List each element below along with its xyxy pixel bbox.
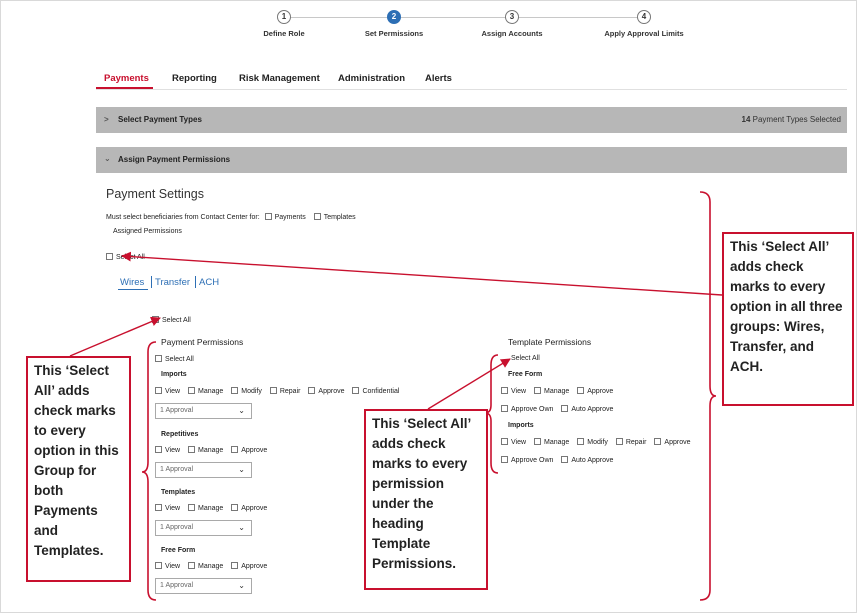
right-bracket bbox=[699, 191, 717, 601]
arrow-template-select-all bbox=[427, 358, 511, 410]
left-bracket bbox=[141, 341, 157, 601]
arrow-select-all-group bbox=[69, 316, 161, 357]
callout-template-permissions: This ‘Select All’ adds check marks to ev… bbox=[364, 409, 488, 590]
callout-all-groups: This ‘Select All’ adds check marks to ev… bbox=[722, 232, 854, 406]
callout-group: This ‘Select All’ adds check marks to ev… bbox=[26, 356, 131, 582]
arrow-select-all-groups bbox=[121, 251, 723, 296]
